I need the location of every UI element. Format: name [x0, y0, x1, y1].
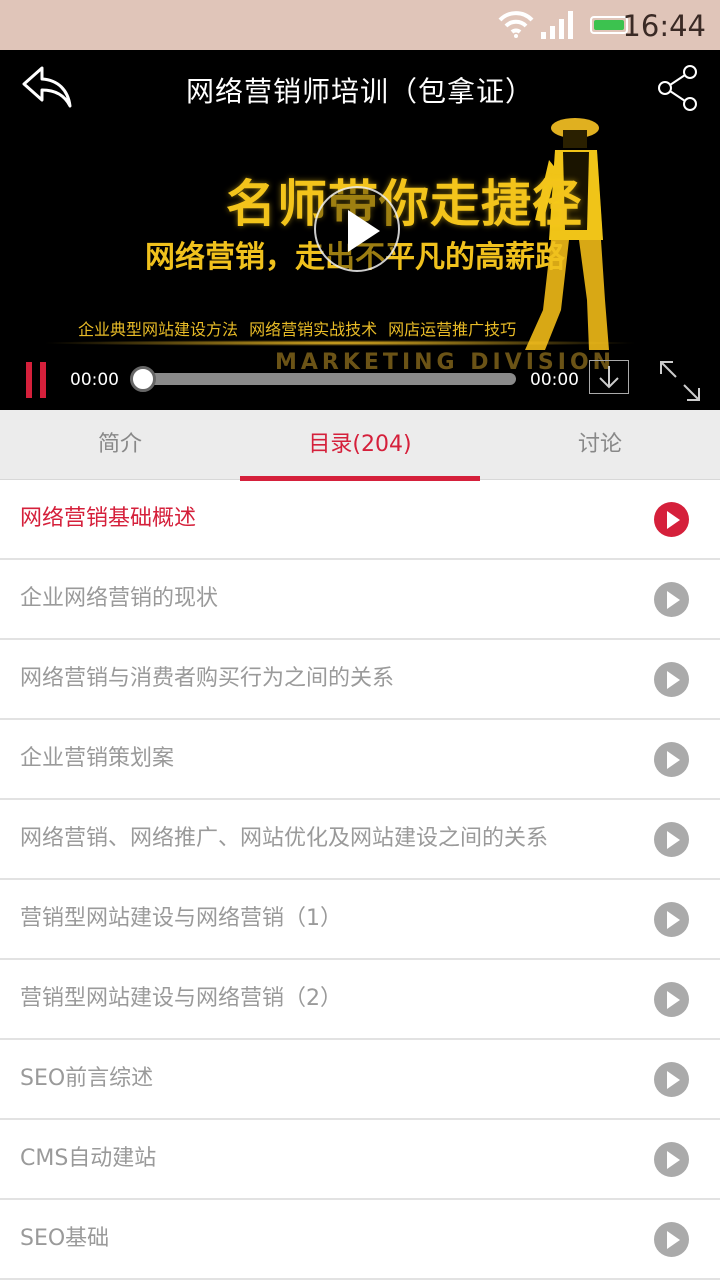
fullscreen-icon[interactable]: [658, 359, 702, 403]
download-button[interactable]: [589, 360, 629, 394]
lesson-title: CMS自动建站: [20, 1146, 157, 1171]
lesson-title: 网络营销、网络推广、网站优化及网站建设之间的关系: [20, 826, 549, 851]
play-circle-icon[interactable]: [654, 902, 689, 937]
pause-button[interactable]: [26, 362, 48, 398]
lesson-item[interactable]: 网络营销基础概述: [0, 480, 720, 560]
poster-topics: 企业典型网站建设方法 网络营销实战技术 网店运营推广技巧: [78, 320, 517, 339]
clock: 16:44: [622, 9, 706, 43]
play-circle-icon[interactable]: [654, 1062, 689, 1097]
lesson-list: 网络营销基础概述 企业网络营销的现状 网络营销与消费者购买行为之间的关系 企业营…: [0, 480, 720, 1280]
seek-thumb[interactable]: [130, 366, 156, 392]
lesson-item[interactable]: CMS自动建站: [0, 1120, 720, 1200]
poster-headline: 名师带你走捷径: [226, 175, 583, 233]
play-circle-icon[interactable]: [654, 662, 689, 697]
lesson-item[interactable]: 企业网络营销的现状: [0, 560, 720, 640]
play-circle-icon[interactable]: [654, 1222, 689, 1257]
lesson-title: 网络营销基础概述: [20, 506, 197, 531]
play-circle-icon[interactable]: [654, 1142, 689, 1177]
play-circle-icon[interactable]: [654, 502, 689, 537]
seek-bar[interactable]: [140, 373, 516, 385]
lesson-item[interactable]: 营销型网站建设与网络营销（2）: [0, 960, 720, 1040]
current-time: 00:00: [70, 370, 119, 390]
tab-discussion[interactable]: 讨论: [480, 410, 720, 480]
play-icon: [348, 210, 380, 252]
tab-bar: 简介 目录(204) 讨论: [0, 410, 720, 481]
video-player[interactable]: 网络营销师培训（包拿证） 名师带你走捷径 网络营销，走出不平凡的高薪路 企业典型…: [0, 50, 720, 410]
lesson-item[interactable]: 网络营销、网络推广、网站优化及网站建设之间的关系: [0, 800, 720, 880]
tab-catalog[interactable]: 目录(204): [240, 410, 480, 481]
signal-icon: [541, 11, 573, 39]
wifi-icon: [498, 11, 534, 38]
play-circle-icon[interactable]: [654, 582, 689, 617]
lesson-title: 企业网络营销的现状: [20, 586, 219, 611]
share-icon[interactable]: [656, 64, 700, 112]
lesson-item[interactable]: 营销型网站建设与网络营销（1）: [0, 880, 720, 960]
play-circle-icon[interactable]: [654, 742, 689, 777]
download-icon: [599, 366, 619, 389]
lesson-title: 营销型网站建设与网络营销（2）: [20, 986, 342, 1011]
play-circle-icon[interactable]: [654, 822, 689, 857]
lesson-title: 营销型网站建设与网络营销（1）: [20, 906, 342, 931]
lesson-item[interactable]: SEO前言综述: [0, 1040, 720, 1120]
tab-catalog-label: 目录(204): [308, 432, 412, 457]
lesson-item[interactable]: 企业营销策划案: [0, 720, 720, 800]
lesson-item[interactable]: 网络营销与消费者购买行为之间的关系: [0, 640, 720, 720]
lesson-title: 企业营销策划案: [20, 746, 175, 771]
status-bar: 16:44: [0, 0, 720, 50]
total-time: 00:00: [530, 370, 579, 390]
lesson-title: 网络营销与消费者购买行为之间的关系: [20, 666, 395, 691]
lesson-title: SEO基础: [20, 1226, 110, 1251]
tab-intro[interactable]: 简介: [0, 410, 240, 480]
play-circle-icon[interactable]: [654, 982, 689, 1017]
play-button[interactable]: [314, 186, 400, 272]
poster-glow-line: [40, 340, 640, 346]
lesson-title: SEO前言综述: [20, 1066, 154, 1091]
lesson-item[interactable]: SEO基础: [0, 1200, 720, 1280]
